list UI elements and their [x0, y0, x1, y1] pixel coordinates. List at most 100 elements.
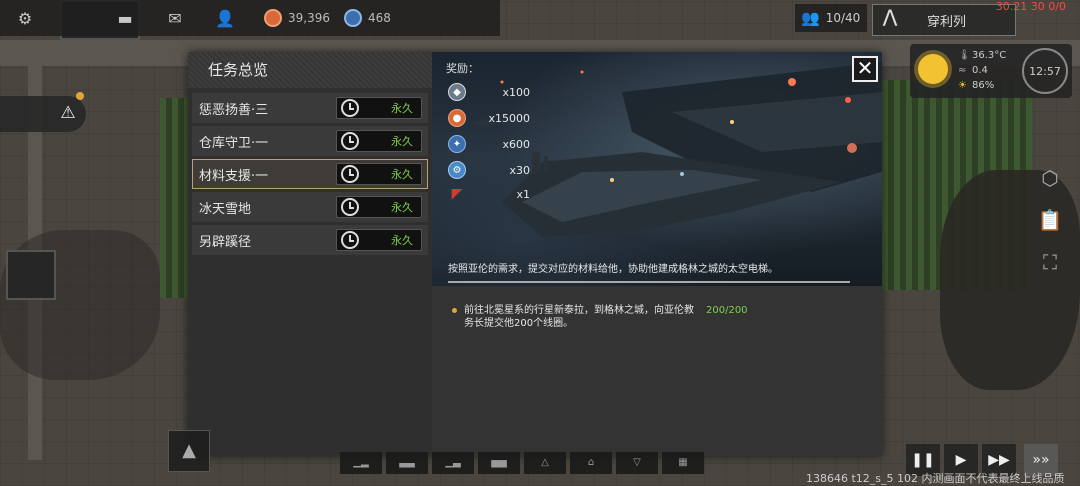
people-icon: 👥	[801, 9, 820, 27]
tool-button[interactable]: △	[524, 452, 566, 474]
cog-token-icon: ⚙	[448, 161, 466, 179]
reward-row: ◤ x1	[448, 184, 530, 204]
reward-label: 奖励：	[446, 62, 479, 75]
notification-dot	[76, 92, 84, 100]
tool-button[interactable]: ▽	[616, 452, 658, 474]
coin-icon	[264, 9, 282, 27]
coin-icon: ●	[448, 109, 466, 127]
thermometer-icon: 🌡	[958, 50, 971, 61]
crop-field	[160, 98, 190, 298]
top-bar: ⚙ ▬ ✉ 👤 39,396 468	[0, 0, 500, 36]
quest-list: 惩恶扬善·三 永久 仓库守卫·一 永久 材料支援·一 永久 冰天雪地 永久 另辟…	[188, 88, 432, 255]
debug-readout: 30.21 30 0/0	[995, 0, 1066, 13]
reward-row: ✦ x600	[448, 134, 530, 154]
gear-icon[interactable]: ⚙	[0, 0, 50, 36]
coin-resource: 39,396	[264, 9, 330, 27]
cube-icon[interactable]: ⬡	[1036, 164, 1064, 192]
objective-bullet	[452, 308, 457, 313]
quest-name: 材料支援·一	[199, 168, 269, 184]
mail-icon[interactable]: ✉	[150, 0, 200, 36]
timer-icon	[341, 99, 359, 117]
temperature: 36.3°C	[972, 50, 1007, 61]
quest-item-selected[interactable]: 材料支援·一 永久	[192, 159, 428, 189]
quest-duration-box: 永久	[336, 196, 422, 218]
objective-progress: 200/200	[706, 305, 748, 316]
clipboard-icon[interactable]: 📋	[1036, 206, 1064, 234]
reward-quantity: x30	[509, 163, 530, 177]
quest-duration-box: 永久	[336, 130, 422, 152]
sunlight-icon: ☀	[958, 80, 967, 91]
objective-text: 前往北冕星系的行星新泰拉，到格林之城，向亚伦教务长提交他200个线圈。	[464, 305, 694, 329]
sun-icon	[918, 54, 948, 84]
reward-quantity: x15000	[488, 111, 530, 125]
badge-icon: ◆	[448, 83, 466, 101]
version-text: 138646 t12_s_5 102 内测画面不代表最终上线品质	[806, 472, 1065, 485]
quest-duration: 永久	[391, 168, 413, 181]
faction-name: 穿利列	[927, 14, 967, 30]
reward-row: ● x15000	[448, 108, 530, 128]
crystal-count: 468	[368, 11, 391, 25]
dark-terrain	[940, 170, 1080, 390]
quest-overview-dialog: 任务总览 惩恶扬善·三 永久 仓库守卫·一 永久 材料支援·一 永久 冰天雪地 …	[188, 52, 882, 456]
quest-name: 仓库守卫·一	[199, 135, 269, 151]
wind-icon: ≈	[958, 65, 967, 76]
build-menu-icon[interactable]: ▲	[168, 430, 210, 472]
reward-quantity: x100	[502, 85, 530, 99]
quest-banner-image: 奖励： ◆ x100 ● x15000 ✦ x600 ⚙ x30 ◤ x1 ✕	[432, 52, 882, 286]
population-counter[interactable]: 👥 10/40	[795, 4, 867, 32]
close-button[interactable]: ✕	[852, 56, 878, 82]
alert-tab[interactable]: ⚠	[0, 96, 86, 132]
weather-stats: 🌡36.3°C ≈0.4 ☀ 86%	[958, 48, 1006, 93]
tool-button[interactable]: ▦	[662, 452, 704, 474]
gear-token-icon: ✦	[448, 135, 466, 153]
weather-panel[interactable]: 🌡36.3°C ≈0.4 ☀ 86% 12:57	[910, 44, 1072, 98]
coin-count: 39,396	[288, 11, 330, 25]
tool-button[interactable]: ⌂	[570, 452, 612, 474]
quest-name: 另辟蹊径	[199, 234, 252, 250]
person-icon[interactable]: 👤	[200, 0, 250, 36]
map-building	[6, 250, 56, 300]
quest-item[interactable]: 冰天雪地 永久	[192, 192, 428, 222]
quest-description: 按照亚伦的需求，提交对应的材料给他，协助他建成格林之城的太空电梯。	[448, 264, 778, 275]
divider	[448, 281, 850, 283]
quest-list-panel: 任务总览 惩恶扬善·三 永久 仓库守卫·一 永久 材料支援·一 永久 冰天雪地 …	[188, 52, 432, 456]
reward-quantity: x600	[502, 137, 530, 151]
quest-duration: 永久	[391, 135, 413, 148]
chat-icon[interactable]: ▬	[100, 0, 150, 36]
timer-icon	[341, 165, 359, 183]
quest-duration: 永久	[391, 234, 413, 247]
tool-button[interactable]: ▁▃	[432, 452, 474, 474]
game-clock: 12:57	[1022, 48, 1068, 94]
red-crystal-icon: ◤	[451, 186, 463, 202]
warning-icon: ⚠	[60, 103, 76, 123]
tool-button[interactable]: ▅▅	[478, 452, 520, 474]
quest-name: 冰天雪地	[199, 201, 252, 217]
quest-duration: 永久	[391, 102, 413, 115]
quest-item[interactable]: 惩恶扬善·三 永久	[192, 93, 428, 123]
quest-name: 惩恶扬善·三	[199, 102, 269, 118]
crystal-resource: 468	[344, 9, 391, 27]
sunlight: 86%	[972, 80, 995, 91]
quest-item[interactable]: 另辟蹊径 永久	[192, 225, 428, 255]
quest-item[interactable]: 仓库守卫·一 永久	[192, 126, 428, 156]
quest-detail-panel: 奖励： ◆ x100 ● x15000 ✦ x600 ⚙ x30 ◤ x1 ✕	[432, 52, 882, 456]
quest-duration-box: 永久	[336, 229, 422, 251]
scan-icon[interactable]: ⛶	[1036, 248, 1064, 276]
timer-icon	[341, 132, 359, 150]
dialog-title: 任务总览	[188, 52, 432, 88]
reward-row: ◆ x100	[448, 82, 530, 102]
game-time: 12:57	[1029, 64, 1061, 78]
population-value: 10/40	[825, 11, 861, 25]
tool-button[interactable]: ▁▂	[340, 452, 382, 474]
timer-icon	[341, 198, 359, 216]
quest-duration-box: 永久	[336, 163, 422, 185]
timer-icon	[341, 231, 359, 249]
faction-logo-icon: Λ	[882, 7, 898, 32]
wind-speed: 0.4	[972, 65, 988, 76]
quest-duration-box: 永久	[336, 97, 422, 119]
quest-duration: 永久	[391, 201, 413, 214]
reward-quantity: x1	[516, 187, 530, 201]
bottom-toolbar: ▁▂ ▃▃ ▁▃ ▅▅ △ ⌂ ▽ ▦	[340, 452, 704, 480]
tool-button[interactable]: ▃▃	[386, 452, 428, 474]
faction-panel[interactable]: Λ 穿利列	[872, 4, 1016, 36]
